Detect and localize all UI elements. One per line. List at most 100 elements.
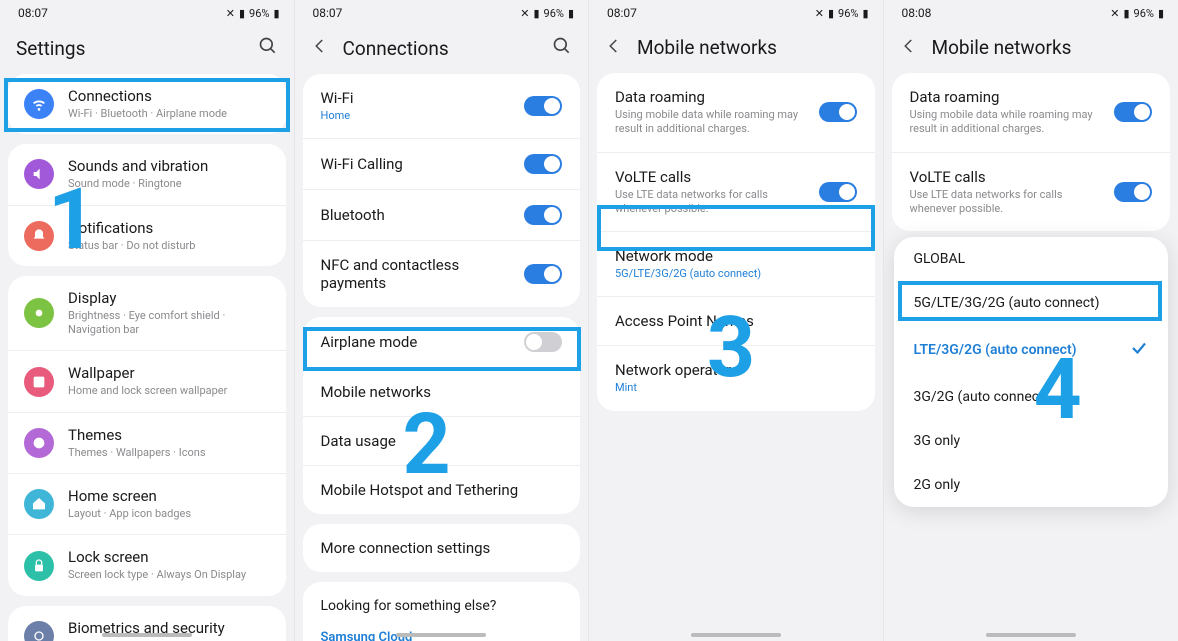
row-title: More connection settings [321,539,563,557]
status-bar: 08:07 ✕ ▮ 96% ▮ [589,0,883,26]
airplane-toggle[interactable] [524,332,562,352]
search-icon[interactable] [552,36,572,60]
lock-icon [24,551,54,581]
signal-icon: ▮ [1123,7,1129,20]
nav-handle[interactable] [986,633,1076,637]
screen-settings: 08:07 ✕ ▮ 96% ▮ Settings Connections Wi-… [0,0,295,641]
row-nfc[interactable]: NFC and contactless payments [303,240,581,307]
palette-icon [24,428,54,458]
row-wallpaper[interactable]: WallpaperHome and lock screen wallpaper [8,350,286,411]
row-connections[interactable]: Connections Wi-Fi · Bluetooth · Airplane… [8,74,286,134]
row-notifications[interactable]: Notifications Status bar · Do not disturb [8,205,286,266]
row-title: Data usage [321,432,563,450]
row-title: Lock screen [68,548,270,566]
row-more-settings[interactable]: More connection settings [303,524,581,572]
row-airplane[interactable]: Airplane mode [303,317,581,367]
row-bluetooth[interactable]: Bluetooth [303,189,581,240]
status-time: 08:07 [607,6,637,20]
signal-icon: ▮ [533,7,539,20]
row-subtitle: Status bar · Do not disturb [68,239,270,253]
screen-connections: 08:07 ✕ ▮ 96% ▮ Connections Wi-FiHome Wi… [295,0,590,641]
row-data-roaming[interactable]: Data roamingUsing mobile data while roam… [892,73,1171,152]
connections-group-1: Wi-FiHome Wi-Fi Calling Bluetooth NFC an… [303,74,581,307]
battery-icon: ▮ [568,7,574,20]
back-icon[interactable] [900,37,918,59]
status-right: ✕ ▮ 96% ▮ [815,7,869,20]
row-subtitle: 5G/LTE/3G/2G (auto connect) [615,267,857,281]
row-sounds[interactable]: Sounds and vibrationSound mode · Rington… [8,144,286,204]
row-volte[interactable]: VoLTE callsUse LTE data networks for cal… [597,152,875,232]
status-bar: 08:07 ✕ ▮ 96% ▮ [0,0,294,26]
home-icon [24,489,54,519]
search-icon[interactable] [258,36,278,60]
row-title: Connections [68,87,270,105]
looking-title: Looking for something else? [321,598,563,614]
option-5g[interactable]: 5G/LTE/3G/2G (auto connect) [894,281,1169,325]
screen-network-mode-select: 08:08 ✕ ▮ 96% ▮ Mobile networks Data roa… [884,0,1178,641]
row-title: Data roaming [910,88,1101,106]
header: Mobile networks [884,26,1178,73]
row-network-operators[interactable]: Network operatorsMint [597,345,875,410]
wifi-toggle[interactable] [524,96,562,116]
row-subtitle: Mint [615,381,857,395]
nfc-toggle[interactable] [524,264,562,284]
row-data-roaming[interactable]: Data roaming Using mobile data while roam… [597,73,875,152]
check-icon [1130,339,1148,361]
mute-icon: ✕ [1110,7,1119,20]
row-hotspot[interactable]: Mobile Hotspot and Tethering [303,465,581,514]
roaming-toggle[interactable] [819,102,857,122]
option-lte-selected[interactable]: LTE/3G/2G (auto connect) [894,325,1169,375]
row-title: Bluetooth [321,206,511,224]
row-subtitle: Using mobile data while roaming may resu… [615,108,805,137]
option-global[interactable]: GLOBAL [894,237,1169,281]
row-lock-screen[interactable]: Lock screenScreen lock type · Always On … [8,534,286,595]
status-right: ✕ ▮ 96% ▮ [520,7,574,20]
row-display[interactable]: DisplayBrightness · Eye comfort shield ·… [8,276,286,351]
row-title: Network mode [615,247,857,265]
status-time: 08:07 [18,6,48,20]
row-title: NFC and contactless payments [321,256,511,292]
row-title: Data roaming [615,88,805,106]
back-icon[interactable] [605,37,623,59]
row-title: VoLTE calls [615,168,805,186]
nav-handle[interactable] [396,633,486,637]
roaming-toggle[interactable] [1114,102,1152,122]
settings-group-2: Sounds and vibrationSound mode · Rington… [8,144,286,266]
fingerprint-icon [24,621,54,641]
row-home-screen[interactable]: Home screenLayout · App icon badges [8,473,286,534]
row-network-mode[interactable]: Network mode 5G/LTE/3G/2G (auto connect) [597,231,875,296]
volte-toggle[interactable] [1114,182,1152,202]
row-title: Notifications [68,219,270,237]
header: Settings [0,26,294,74]
wifi-calling-toggle[interactable] [524,154,562,174]
network-mode-dropdown: GLOBAL 5G/LTE/3G/2G (auto connect) LTE/3… [894,237,1169,507]
battery-icon: ▮ [273,7,279,20]
row-title: Wi-Fi [321,89,511,107]
option-3g-only[interactable]: 3G only [894,419,1169,463]
row-subtitle: Wi-Fi · Bluetooth · Airplane mode [68,107,270,121]
bluetooth-toggle[interactable] [524,205,562,225]
signal-icon: ▮ [239,7,245,20]
row-title: Wi-Fi Calling [321,155,511,173]
row-wifi-calling[interactable]: Wi-Fi Calling [303,138,581,189]
row-title: Themes [68,426,270,444]
status-bar: 08:08 ✕ ▮ 96% ▮ [884,0,1178,26]
nav-handle[interactable] [102,633,192,637]
volte-toggle[interactable] [819,182,857,202]
nav-handle[interactable] [691,633,781,637]
header: Mobile networks [589,26,883,73]
row-title: Mobile Hotspot and Tethering [321,481,563,499]
row-volte[interactable]: VoLTE callsUse LTE data networks for cal… [892,152,1171,232]
row-data-usage[interactable]: Data usage [303,416,581,465]
option-3g2g[interactable]: 3G/2G (auto connect) [894,375,1169,419]
row-subtitle: Sound mode · Ringtone [68,177,270,191]
row-title: Access Point Names [615,312,857,330]
row-wifi[interactable]: Wi-FiHome [303,74,581,138]
row-title: Mobile networks [321,383,563,401]
back-icon[interactable] [311,37,329,59]
row-subtitle: Themes · Wallpapers · Icons [68,446,270,460]
row-themes[interactable]: Themes Themes · Wallpapers · Icons [8,412,286,473]
row-apn[interactable]: Access Point Names [597,296,875,345]
row-mobile-networks[interactable]: Mobile networks [303,367,581,416]
option-2g-only[interactable]: 2G only [894,463,1169,507]
